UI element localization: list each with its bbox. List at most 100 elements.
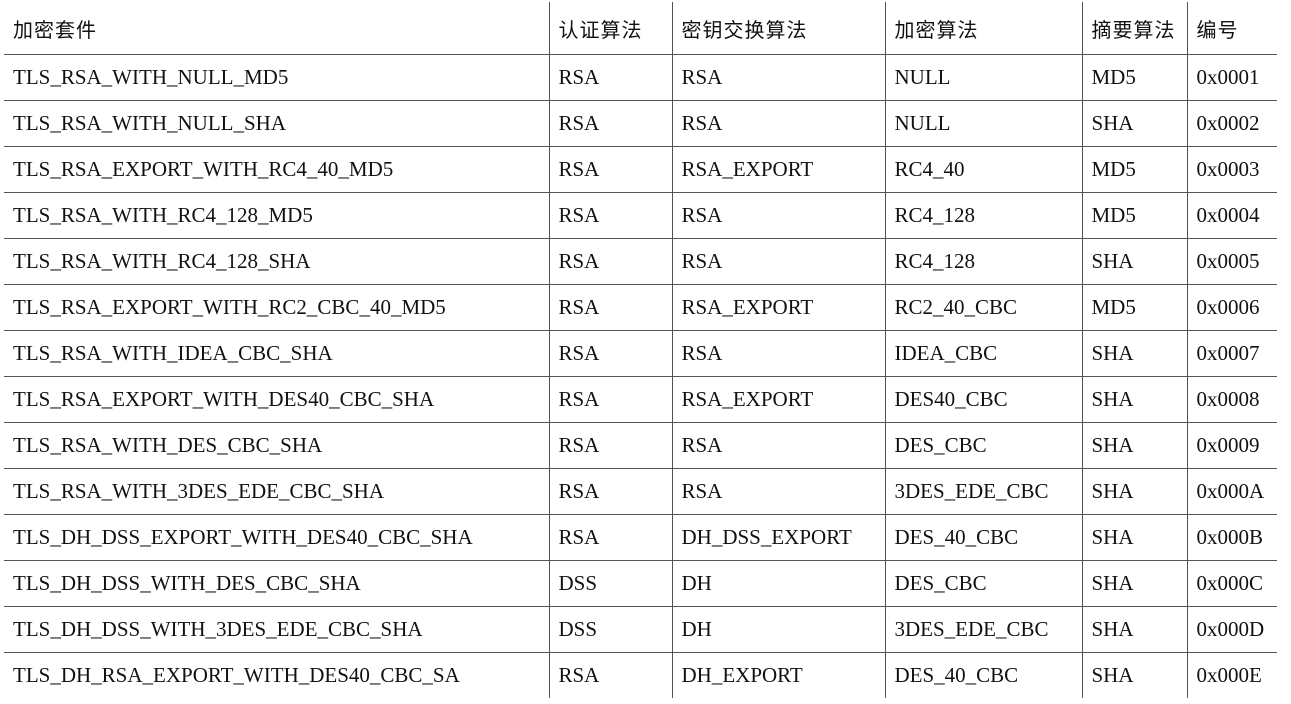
cell-digest-algorithm: SHA — [1081, 100, 1188, 147]
cell-auth-algorithm: RSA — [548, 652, 673, 698]
cell-encryption-algorithm: RC2_40_CBC — [884, 284, 1083, 331]
cell-auth-algorithm: RSA — [548, 54, 673, 101]
table-row: TLS_RSA_EXPORT_WITH_RC4_40_MD5 RSA RSA_EXP… — [4, 146, 1277, 193]
cell-key-exchange: RSA_EXPORT — [671, 376, 886, 423]
cell-key-exchange: RSA — [671, 422, 886, 469]
cell-key-exchange: RSA_EXPORT — [671, 146, 886, 193]
cell-number: 0x0006 — [1186, 284, 1277, 331]
table-body: TLS_RSA_WITH_NULL_MD5 RSA RSA NULL MD5 0x0001… — [4, 54, 1277, 698]
cell-key-exchange: DH_DSS_EXPORT — [671, 514, 886, 561]
cell-encryption-algorithm: NULL — [884, 54, 1083, 101]
cell-key-exchange: RSA — [671, 330, 886, 377]
cell-key-exchange: RSA — [671, 54, 886, 101]
cell-digest-algorithm: SHA — [1081, 606, 1188, 653]
cell-digest-algorithm: SHA — [1081, 238, 1188, 285]
cell-number: 0x0008 — [1186, 376, 1277, 423]
cell-cipher-suite: TLS_DH_RSA_EXPORT_WITH_DES40_CBC_SA — [4, 652, 550, 698]
cell-key-exchange: RSA — [671, 238, 886, 285]
cell-cipher-suite: TLS_DH_DSS_WITH_DES_CBC_SHA — [4, 560, 550, 607]
header-encryption-algorithm: 加密算法 — [884, 2, 1083, 55]
cell-key-exchange: DH — [671, 606, 886, 653]
cell-auth-algorithm: RSA — [548, 238, 673, 285]
cell-digest-algorithm: SHA — [1081, 376, 1188, 423]
cell-encryption-algorithm: DES40_CBC — [884, 376, 1083, 423]
cell-number: 0x0007 — [1186, 330, 1277, 377]
cell-encryption-algorithm: NULL — [884, 100, 1083, 147]
table-row: TLS_RSA_EXPORT_WITH_DES40_CBC_SHA RSA RSA_… — [4, 376, 1277, 423]
cell-cipher-suite: TLS_RSA_EXPORT_WITH_RC4_40_MD5 — [4, 146, 550, 193]
cell-key-exchange: RSA — [671, 100, 886, 147]
cell-key-exchange: RSA — [671, 468, 886, 515]
cell-digest-algorithm: SHA — [1081, 652, 1188, 698]
cell-cipher-suite: TLS_RSA_WITH_IDEA_CBC_SHA — [4, 330, 550, 377]
table-row: TLS_RSA_WITH_NULL_MD5 RSA RSA NULL MD5 0x0001 — [4, 54, 1277, 101]
cell-key-exchange: RSA — [671, 192, 886, 239]
cell-auth-algorithm: RSA — [548, 422, 673, 469]
cell-encryption-algorithm: DES_40_CBC — [884, 514, 1083, 561]
table-row: TLS_DH_DSS_WITH_DES_CBC_SHA DSS DH DES_CBC S… — [4, 560, 1277, 607]
cell-digest-algorithm: SHA — [1081, 468, 1188, 515]
cell-encryption-algorithm: RC4_128 — [884, 238, 1083, 285]
table-row: TLS_RSA_WITH_NULL_SHA RSA RSA NULL SHA 0x0002 — [4, 100, 1277, 147]
table-row: TLS_DH_RSA_EXPORT_WITH_DES40_CBC_SA RSA DH… — [4, 652, 1277, 698]
cell-auth-algorithm: RSA — [548, 146, 673, 193]
cell-encryption-algorithm: DES_CBC — [884, 560, 1083, 607]
cell-auth-algorithm: DSS — [548, 606, 673, 653]
cell-number: 0x0009 — [1186, 422, 1277, 469]
cell-cipher-suite: TLS_RSA_WITH_NULL_SHA — [4, 100, 550, 147]
table-row: TLS_RSA_WITH_RC4_128_MD5 RSA RSA RC4_128 MD5… — [4, 192, 1277, 239]
cell-key-exchange: DH — [671, 560, 886, 607]
cell-cipher-suite: TLS_RSA_WITH_RC4_128_SHA — [4, 238, 550, 285]
cell-cipher-suite: TLS_RSA_WITH_DES_CBC_SHA — [4, 422, 550, 469]
table-row: TLS_DH_DSS_WITH_3DES_EDE_CBC_SHA DSS DH 3DE… — [4, 606, 1277, 653]
cell-encryption-algorithm: RC4_40 — [884, 146, 1083, 193]
cell-number: 0x000C — [1186, 560, 1277, 607]
cell-digest-algorithm: SHA — [1081, 560, 1188, 607]
cell-encryption-algorithm: DES_CBC — [884, 422, 1083, 469]
cell-cipher-suite: TLS_RSA_EXPORT_WITH_RC2_CBC_40_MD5 — [4, 284, 550, 331]
cell-number: 0x000E — [1186, 652, 1277, 698]
table-row: TLS_RSA_WITH_DES_CBC_SHA RSA RSA DES_CBC SHA… — [4, 422, 1277, 469]
cell-auth-algorithm: RSA — [548, 468, 673, 515]
cell-auth-algorithm: DSS — [548, 560, 673, 607]
table-row: TLS_DH_DSS_EXPORT_WITH_DES40_CBC_SHA RSA D… — [4, 514, 1277, 561]
cell-digest-algorithm: MD5 — [1081, 146, 1188, 193]
cipher-suite-table: 加密套件 认证算法 密钥交换算法 加密算法 摘要算法 编号 TLS_RSA_WI… — [4, 2, 1277, 698]
cell-cipher-suite: TLS_DH_DSS_EXPORT_WITH_DES40_CBC_SHA — [4, 514, 550, 561]
cell-encryption-algorithm: 3DES_EDE_CBC — [884, 468, 1083, 515]
table-row: TLS_RSA_EXPORT_WITH_RC2_CBC_40_MD5 RSA RSA… — [4, 284, 1277, 331]
cell-auth-algorithm: RSA — [548, 284, 673, 331]
cell-cipher-suite: TLS_DH_DSS_WITH_3DES_EDE_CBC_SHA — [4, 606, 550, 653]
cell-auth-algorithm: RSA — [548, 330, 673, 377]
cell-cipher-suite: TLS_RSA_WITH_NULL_MD5 — [4, 54, 550, 101]
header-cipher-suite: 加密套件 — [4, 2, 550, 55]
cell-cipher-suite: TLS_RSA_EXPORT_WITH_DES40_CBC_SHA — [4, 376, 550, 423]
cell-encryption-algorithm: 3DES_EDE_CBC — [884, 606, 1083, 653]
cell-number: 0x0001 — [1186, 54, 1277, 101]
table-row: TLS_RSA_WITH_IDEA_CBC_SHA RSA RSA IDEA_CBC S… — [4, 330, 1277, 377]
cell-encryption-algorithm: DES_40_CBC — [884, 652, 1083, 698]
cell-number: 0x000A — [1186, 468, 1277, 515]
table-row: TLS_RSA_WITH_RC4_128_SHA RSA RSA RC4_128 SHA… — [4, 238, 1277, 285]
cell-digest-algorithm: SHA — [1081, 330, 1188, 377]
cell-cipher-suite: TLS_RSA_WITH_3DES_EDE_CBC_SHA — [4, 468, 550, 515]
cell-number: 0x000D — [1186, 606, 1277, 653]
cell-encryption-algorithm: RC4_128 — [884, 192, 1083, 239]
cell-auth-algorithm: RSA — [548, 100, 673, 147]
cell-digest-algorithm: MD5 — [1081, 192, 1188, 239]
cell-digest-algorithm: SHA — [1081, 422, 1188, 469]
cell-auth-algorithm: RSA — [548, 192, 673, 239]
header-number: 编号 — [1186, 2, 1277, 55]
cell-number: 0x0002 — [1186, 100, 1277, 147]
header-auth-algorithm: 认证算法 — [548, 2, 673, 55]
cell-number: 0x0003 — [1186, 146, 1277, 193]
header-digest-algorithm: 摘要算法 — [1081, 2, 1188, 55]
cell-digest-algorithm: MD5 — [1081, 284, 1188, 331]
cell-key-exchange: RSA_EXPORT — [671, 284, 886, 331]
cell-encryption-algorithm: IDEA_CBC — [884, 330, 1083, 377]
cell-digest-algorithm: SHA — [1081, 514, 1188, 561]
cell-number: 0x000B — [1186, 514, 1277, 561]
cell-key-exchange: DH_EXPORT — [671, 652, 886, 698]
cell-number: 0x0005 — [1186, 238, 1277, 285]
header-key-exchange-algorithm: 密钥交换算法 — [671, 2, 886, 55]
